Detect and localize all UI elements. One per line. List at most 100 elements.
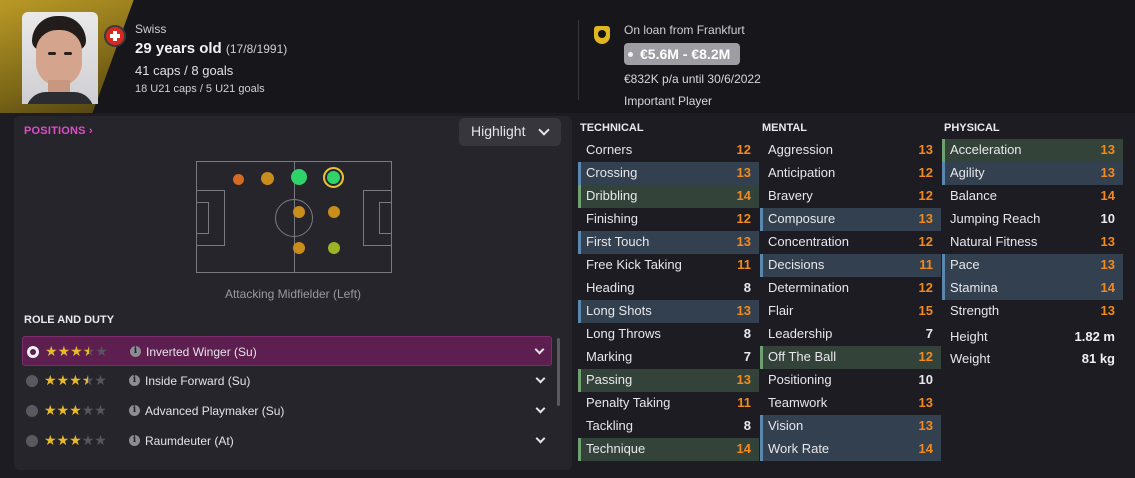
attribute-row[interactable]: Anticipation 12: [760, 162, 941, 185]
attribute-row[interactable]: Balance 14: [942, 185, 1123, 208]
attribute-row[interactable]: Corners 12: [578, 139, 759, 162]
info-icon[interactable]: i: [129, 435, 140, 446]
attribute-value: 10: [918, 372, 933, 387]
attribute-row[interactable]: Composure 13: [760, 208, 941, 231]
position-dot[interactable]: [293, 206, 305, 218]
position-pitch[interactable]: [196, 161, 392, 273]
position-dot[interactable]: [291, 169, 307, 185]
star-icon: ★: [69, 402, 82, 418]
attribute-row[interactable]: Teamwork 13: [760, 392, 941, 415]
attribute-value: 13: [736, 303, 751, 318]
attribute-row[interactable]: Passing 13: [578, 369, 759, 392]
chevron-down-icon[interactable]: [534, 344, 545, 355]
chevron-down-icon[interactable]: [535, 373, 546, 384]
attribute-row[interactable]: Marking 7: [578, 346, 759, 369]
attribute-value: 12: [918, 349, 933, 364]
attribute-row[interactable]: Bravery 12: [760, 185, 941, 208]
attribute-row[interactable]: Finishing 12: [578, 208, 759, 231]
attribute-row[interactable]: Tackling 8: [578, 415, 759, 438]
transfer-value-badge[interactable]: €5.6M - €8.2M: [624, 43, 741, 65]
attribute-name: Dribbling: [586, 188, 638, 203]
attribute-value: 12: [736, 142, 751, 157]
position-dot[interactable]: [328, 242, 340, 254]
loan-status[interactable]: On loan from Frankfurt: [624, 23, 761, 37]
attribute-row[interactable]: Positioning 10: [760, 369, 941, 392]
attribute-row[interactable]: Pace 13: [942, 254, 1123, 277]
attribute-row[interactable]: Work Rate 14: [760, 438, 941, 461]
role-radio[interactable]: [27, 346, 39, 358]
attribute-value: 14: [918, 441, 933, 456]
attribute-name: Decisions: [768, 257, 825, 272]
height-row: Height 1.82 m: [942, 326, 1123, 348]
role-row[interactable]: ★★★★★ i Inside Forward (Su): [22, 366, 552, 396]
positions-link[interactable]: POSITIONS ›: [24, 125, 93, 137]
attribute-row[interactable]: Long Throws 8: [578, 323, 759, 346]
attribute-row[interactable]: Aggression 13: [760, 139, 941, 162]
attribute-value: 14: [736, 188, 751, 203]
chevron-down-icon[interactable]: [535, 403, 546, 414]
info-icon[interactable]: i: [129, 405, 140, 416]
attribute-row[interactable]: Crossing 13: [578, 162, 759, 185]
role-name: Inside Forward (Su): [145, 374, 251, 388]
role-name: Inverted Winger (Su): [146, 345, 257, 359]
attribute-row[interactable]: Natural Fitness 13: [942, 231, 1123, 254]
attribute-name: Agility: [950, 165, 985, 180]
attribute-value: 13: [918, 211, 933, 226]
attribute-row[interactable]: Heading 8: [578, 277, 759, 300]
attribute-row[interactable]: Agility 13: [942, 162, 1123, 185]
role-radio[interactable]: [26, 435, 38, 447]
attribute-row[interactable]: Jumping Reach 10: [942, 208, 1123, 231]
position-dot[interactable]: [261, 172, 274, 185]
attribute-name: First Touch: [586, 234, 650, 249]
position-dot[interactable]: [293, 242, 305, 254]
height-label: Height: [950, 329, 988, 344]
attribute-row[interactable]: Off The Ball 12: [760, 346, 941, 369]
attribute-name: Aggression: [768, 142, 834, 157]
attribute-row[interactable]: First Touch 13: [578, 231, 759, 254]
attribute-row[interactable]: Leadership 7: [760, 323, 941, 346]
attribute-name: Finishing: [586, 211, 639, 226]
attribute-row[interactable]: Dribbling 14: [578, 185, 759, 208]
star-icon: ★: [44, 402, 57, 418]
attribute-value: 13: [1100, 142, 1115, 157]
role-row[interactable]: ★★★★★ i Raumdeuter (At): [22, 426, 552, 456]
attribute-row[interactable]: Stamina 14: [942, 277, 1123, 300]
role-row[interactable]: ★★★★★ i Inverted Winger (Su): [22, 336, 552, 366]
attribute-name: Free Kick Taking: [586, 257, 682, 272]
attribute-row[interactable]: Penalty Taking 11: [578, 392, 759, 415]
attribute-name: Long Throws: [586, 326, 661, 341]
chevron-down-icon[interactable]: [535, 433, 546, 444]
attribute-row[interactable]: Decisions 11: [760, 254, 941, 277]
attribute-row[interactable]: Vision 13: [760, 415, 941, 438]
club-badge-icon[interactable]: [594, 26, 610, 44]
attribute-value: 13: [736, 234, 751, 249]
attribute-value: 8: [743, 280, 751, 295]
role-radio[interactable]: [26, 405, 38, 417]
role-duty-title: ROLE AND DUTY: [24, 314, 115, 326]
role-list: ★★★★★ i Inverted Winger (Su) ★★★★★ i Inside F…: [22, 336, 552, 456]
position-dot[interactable]: [233, 174, 244, 185]
highlight-dropdown[interactable]: Highlight: [459, 118, 561, 146]
attribute-row[interactable]: Determination 12: [760, 277, 941, 300]
role-list-scrollbar[interactable]: [557, 338, 560, 406]
position-dot-selected[interactable]: [323, 167, 344, 188]
attribute-row[interactable]: Concentration 12: [760, 231, 941, 254]
attribute-row[interactable]: Acceleration 13: [942, 139, 1123, 162]
info-icon[interactable]: i: [129, 375, 140, 386]
attribute-row[interactable]: Strength 13: [942, 300, 1123, 323]
role-row[interactable]: ★★★★★ i Advanced Playmaker (Su): [22, 396, 552, 426]
attribute-row[interactable]: Free Kick Taking 11: [578, 254, 759, 277]
attribute-row[interactable]: Technique 14: [578, 438, 759, 461]
position-dot[interactable]: [328, 206, 340, 218]
attribute-name: Long Shots: [586, 303, 652, 318]
attribute-name: Crossing: [586, 165, 638, 180]
international-caps[interactable]: 41 caps / 8 goals: [135, 63, 287, 78]
attribute-row[interactable]: Flair 15: [760, 300, 941, 323]
date-of-birth: (17/8/1991): [225, 42, 288, 56]
attribute-name: Heading: [586, 280, 635, 295]
star-icon: ★: [81, 402, 95, 418]
star-icon: ★: [94, 402, 107, 418]
attribute-row[interactable]: Long Shots 13: [578, 300, 759, 323]
info-icon[interactable]: i: [130, 346, 141, 357]
role-radio[interactable]: [26, 375, 38, 387]
